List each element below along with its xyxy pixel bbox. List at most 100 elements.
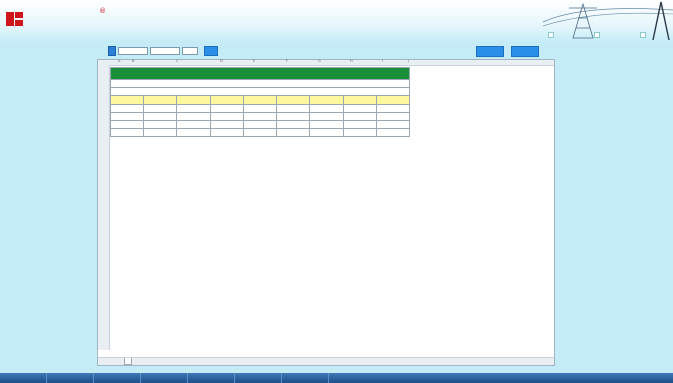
table-cell — [176, 103, 211, 113]
table-cell — [309, 111, 344, 121]
table-cell — [309, 128, 344, 138]
report-title-row — [110, 67, 410, 80]
table-title-row — [110, 87, 410, 97]
table-cell — [342, 103, 377, 113]
column-label: D — [220, 59, 223, 63]
time-label — [108, 46, 116, 56]
table-cell — [209, 103, 244, 113]
report-title — [110, 67, 410, 80]
table-cell — [242, 119, 278, 130]
table-cell — [375, 111, 411, 121]
table-cell — [109, 111, 145, 121]
table-cell — [143, 103, 178, 113]
table-cell — [109, 103, 145, 113]
power-tower-icon — [543, 1, 673, 40]
report-time — [110, 78, 410, 89]
column-header — [309, 95, 344, 105]
report-time-row — [110, 78, 410, 89]
nav-item-realtime[interactable] — [94, 373, 141, 383]
table-cell — [209, 119, 244, 130]
row-header-bar — [98, 65, 110, 350]
table-cell — [242, 103, 278, 113]
table-cell — [242, 111, 278, 121]
bottom-navigation — [0, 373, 673, 383]
column-label: F — [286, 59, 289, 63]
table-cell — [176, 119, 211, 130]
column-header — [209, 95, 244, 105]
column-label: I — [382, 59, 384, 63]
query-toolbar — [108, 46, 218, 56]
table-title — [110, 87, 410, 97]
nav-item-energy[interactable] — [188, 373, 235, 383]
table-cell — [309, 119, 344, 130]
table-cell — [375, 103, 411, 113]
registered-mark: ® — [99, 7, 106, 15]
home-button[interactable] — [548, 30, 556, 39]
column-header — [276, 95, 311, 105]
print-button[interactable] — [511, 46, 539, 57]
table-cell — [342, 119, 377, 130]
table-cell — [342, 128, 377, 138]
gear-icon — [594, 31, 600, 38]
table-cell — [176, 111, 211, 121]
settings-button[interactable] — [594, 30, 602, 39]
app-header: ® — [0, 0, 673, 42]
table-cell — [109, 128, 145, 138]
start-date-input[interactable] — [118, 47, 148, 55]
column-header — [143, 95, 178, 105]
table-cell — [209, 111, 244, 121]
table-cell — [342, 111, 377, 121]
nav-item-overview[interactable] — [0, 373, 47, 383]
column-label: H — [350, 59, 353, 63]
energy-report-table — [109, 67, 411, 138]
report-sheet[interactable]: A B C D E F G H I J — [97, 59, 555, 366]
table-cell — [375, 119, 411, 130]
table-cell — [143, 119, 178, 130]
table-cell — [143, 111, 178, 121]
column-label: E — [253, 59, 256, 63]
column-header — [109, 95, 145, 105]
brand-logo: ® — [6, 7, 106, 31]
query-button[interactable] — [204, 46, 218, 56]
logout-icon — [640, 31, 646, 38]
table-cell — [209, 128, 244, 138]
table-cell — [276, 119, 311, 130]
nav-item-alarm[interactable] — [235, 373, 282, 383]
table-cell — [276, 103, 311, 113]
home-icon — [548, 31, 554, 38]
column-label: A — [118, 59, 121, 63]
table-cell — [309, 103, 344, 113]
column-label: J — [408, 59, 410, 63]
column-header — [375, 95, 411, 105]
export-button[interactable] — [476, 46, 504, 57]
column-label: B — [132, 59, 135, 63]
table-cell — [176, 128, 211, 138]
sheet-tab-bar — [98, 357, 554, 365]
nav-item-report[interactable] — [141, 373, 188, 383]
logout-button[interactable] — [640, 30, 648, 39]
nav-item-wiring[interactable] — [47, 373, 94, 383]
table-row[interactable] — [109, 128, 411, 138]
table-cell — [276, 128, 311, 138]
extra-input[interactable] — [182, 47, 198, 55]
column-header-bar: A B C D E F G H I J — [98, 59, 554, 66]
column-label: G — [318, 59, 321, 63]
table-header-row — [109, 95, 411, 105]
end-date-input[interactable] — [150, 47, 180, 55]
table-row[interactable] — [109, 111, 411, 121]
table-cell — [143, 128, 178, 138]
column-header — [176, 95, 211, 105]
system-title — [130, 9, 560, 29]
table-row[interactable] — [109, 103, 411, 113]
sheet-tab-active[interactable] — [124, 358, 132, 365]
table-cell — [276, 111, 311, 121]
table-cell — [375, 128, 411, 138]
nav-item-system[interactable] — [282, 373, 329, 383]
table-cell — [109, 119, 145, 130]
table-row[interactable] — [109, 119, 411, 130]
column-header — [242, 95, 278, 105]
column-header — [342, 95, 377, 105]
table-cell — [242, 128, 278, 138]
column-label: C — [176, 59, 179, 63]
brand-mark-icon — [6, 10, 24, 28]
